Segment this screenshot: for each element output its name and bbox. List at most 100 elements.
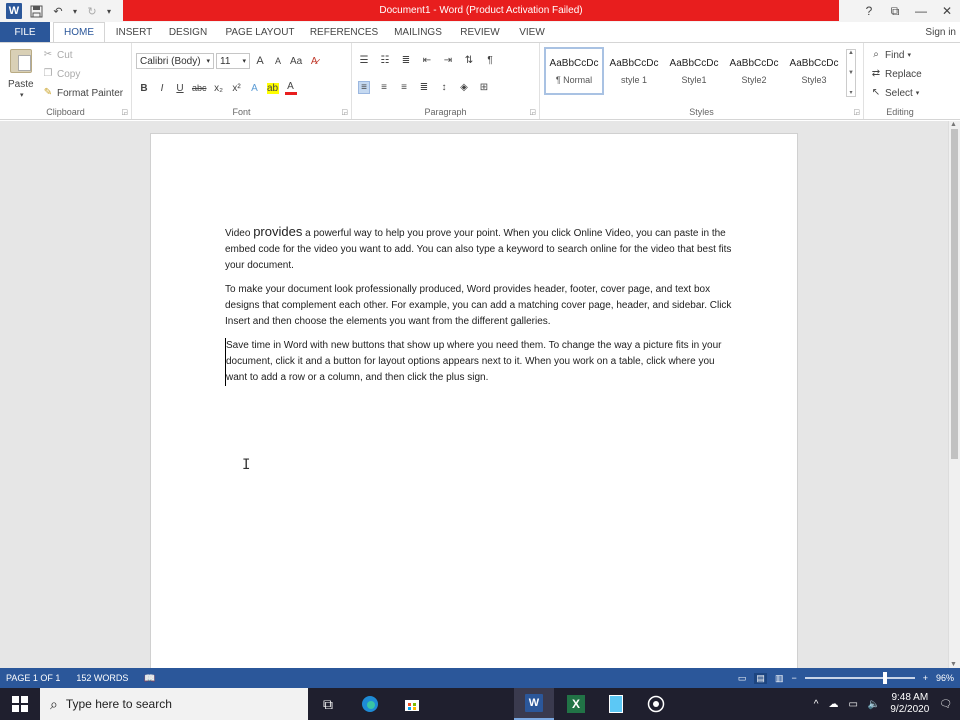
save-icon[interactable] [26,2,46,20]
font-color-icon[interactable]: A [284,81,297,95]
tab-file[interactable]: FILE [0,22,50,42]
zoom-out-button[interactable]: − [791,673,796,683]
bold-button[interactable]: B [138,83,150,94]
scroll-up-icon[interactable]: ▲ [950,121,957,128]
paste-icon[interactable] [10,49,32,73]
style-style3[interactable]: AaBbCcDc Style3 [784,47,844,95]
network-icon[interactable]: ▭ [848,699,857,710]
proofing-icon[interactable]: 📖 [144,673,155,684]
replace-button[interactable]: ⇄ Replace [870,68,922,80]
find-button[interactable]: ⌕ Find ▾ [870,49,911,61]
zoom-level[interactable]: 96% [936,673,954,683]
decrease-indent-icon[interactable]: ⇤ [421,55,433,66]
subscript-button[interactable]: x₂ [213,83,225,94]
styles-scroll[interactable]: ▲ ▼ ▾ [846,49,856,97]
document-page[interactable]: Video provides a powerful way to help yo… [150,133,798,693]
superscript-button[interactable]: x² [231,83,243,94]
align-left-icon[interactable]: ≡ [358,81,370,94]
text-effects-icon[interactable]: A [249,83,261,94]
help-icon[interactable]: ? [856,0,882,22]
font-name-dropdown[interactable]: Calibri (Body) ▾ [136,53,214,69]
change-case-icon[interactable]: Aa [290,56,302,67]
sort-icon[interactable]: ⇅ [463,55,475,66]
notepad-icon[interactable] [596,688,636,720]
style-style-1[interactable]: AaBbCcDc style 1 [604,47,664,95]
line-spacing-icon[interactable]: ↕ [438,82,450,93]
shading-icon[interactable]: ◈ [458,82,470,93]
more-styles-icon[interactable]: ▾ [849,89,852,96]
grow-font-icon[interactable]: A [254,55,266,67]
tab-review[interactable]: REVIEW [458,22,502,42]
excel-icon[interactable]: X [556,688,596,720]
paragraph-launcher-icon[interactable]: ◲ [529,108,536,116]
sign-in-link[interactable]: Sign in [925,22,956,42]
scrollbar-thumb[interactable] [951,129,958,459]
italic-button[interactable]: I [156,83,168,94]
tab-mailings[interactable]: MAILINGS [390,22,446,42]
cut-button[interactable]: ✂ Cut [42,49,73,61]
tab-home[interactable]: HOME [53,22,105,42]
customize-qat-icon[interactable]: ▾ [104,2,114,20]
edge-icon[interactable] [350,688,390,720]
font-size-dropdown[interactable]: 11 ▾ [216,53,250,69]
zoom-slider-thumb[interactable] [882,672,887,684]
onedrive-icon[interactable]: ☁ [828,699,838,710]
paragraph-2[interactable]: To make your document look professionall… [225,282,735,330]
word-count[interactable]: 152 WORDS [76,673,128,683]
borders-icon[interactable]: ⊞ [478,82,490,93]
start-button[interactable] [0,688,40,720]
clear-formatting-icon[interactable]: A̷ [308,56,320,67]
tab-references[interactable]: REFERENCES [310,22,378,42]
tab-page-layout[interactable]: PAGE LAYOUT [224,22,296,42]
redo-icon[interactable]: ↻ [82,2,102,20]
align-center-icon[interactable]: ≡ [378,82,390,93]
increase-indent-icon[interactable]: ⇥ [442,55,454,66]
store-icon[interactable] [392,688,432,720]
chevron-up-icon[interactable]: ▲ [848,50,854,56]
scroll-down-icon[interactable]: ▼ [950,661,957,668]
show-marks-icon[interactable]: ¶ [484,55,496,66]
tab-insert[interactable]: INSERT [116,22,153,42]
style-style2[interactable]: AaBbCcDc Style2 [724,47,784,95]
shrink-font-icon[interactable]: A [272,56,284,66]
zoom-slider[interactable] [804,672,915,684]
show-hidden-icons-icon[interactable]: ^ [814,699,819,710]
align-right-icon[interactable]: ≡ [398,82,410,93]
page-count[interactable]: PAGE 1 OF 1 [6,673,60,683]
paragraph-3[interactable]: Save time in Word with new buttons that … [225,338,735,386]
print-layout-icon[interactable]: ▤ [754,672,767,684]
strikethrough-button[interactable]: abc [192,83,207,93]
word-taskbar-icon[interactable]: W [514,688,554,720]
font-launcher-icon[interactable]: ◲ [341,108,348,116]
task-view-icon[interactable]: ⧉ [308,688,348,720]
close-button[interactable]: ✕ [934,0,960,22]
paragraph-1[interactable]: Video provides a powerful way to help yo… [225,224,735,274]
web-layout-icon[interactable]: ▥ [775,673,784,684]
format-painter-button[interactable]: ✎ Format Painter [42,87,123,99]
style-style1[interactable]: AaBbCcDc Style1 [664,47,724,95]
style-normal[interactable]: AaBbCcDc ¶ Normal [544,47,604,95]
paste-button[interactable]: Paste [8,79,34,90]
volume-icon[interactable]: 🔈 [868,699,880,710]
paste-dropdown-icon[interactable]: ▾ [20,91,24,99]
select-button[interactable]: ↖ Select ▾ [870,87,920,99]
bullets-icon[interactable]: ☰ [358,55,370,66]
zoom-in-button[interactable]: + [923,673,928,683]
media-app-icon[interactable] [636,688,676,720]
copy-button[interactable]: ❐ Copy [42,68,81,80]
notifications-icon[interactable]: 🗨 [939,699,952,710]
underline-button[interactable]: U [174,83,186,94]
read-mode-icon[interactable]: ▭ [738,673,747,684]
justify-icon[interactable]: ≣ [418,82,430,93]
multilevel-list-icon[interactable]: ≣ [400,55,412,66]
styles-launcher-icon[interactable]: ◲ [853,108,860,116]
tab-view[interactable]: VIEW [514,22,550,42]
chevron-down-icon[interactable]: ▼ [848,70,854,76]
highlight-color-icon[interactable]: ab [266,82,279,94]
ribbon-display-options-icon[interactable]: ⧉ [882,0,908,22]
document-body[interactable]: Video provides a powerful way to help yo… [225,224,735,394]
clipboard-launcher-icon[interactable]: ◲ [121,108,128,116]
undo-icon[interactable]: ↶ [48,2,68,20]
qat-dropdown-icon[interactable]: ▾ [70,2,80,20]
numbering-icon[interactable]: ☷ [379,55,391,66]
